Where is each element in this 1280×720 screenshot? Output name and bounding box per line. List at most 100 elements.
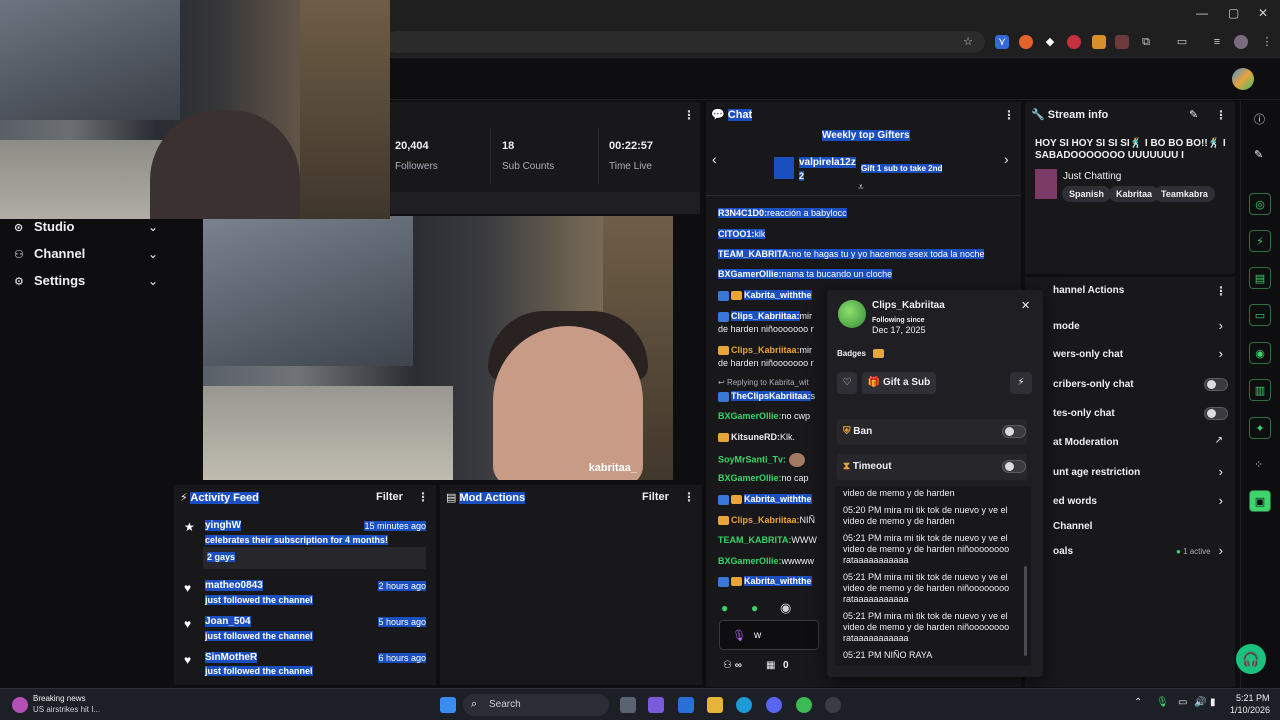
extension-icon[interactable]: [1115, 35, 1129, 49]
chat-user[interactable]: CITOO1:: [718, 229, 755, 239]
windows-start-icon[interactable]: [440, 697, 456, 713]
broadcast-icon[interactable]: ◉: [1249, 342, 1271, 364]
timeout-toggle[interactable]: [1002, 460, 1026, 473]
chevron-down-icon[interactable]: ⌄: [148, 247, 158, 261]
battery-icon[interactable]: ▮: [1210, 697, 1216, 708]
store-icon[interactable]: ▦: [766, 660, 775, 671]
more-menu-icon[interactable]: ⋮: [1260, 35, 1274, 49]
channel-action-row[interactable]: tes-only chat: [1053, 408, 1115, 419]
chat-user[interactable]: Kabrita_withthe: [744, 576, 812, 586]
feed-user[interactable]: yinghW: [205, 520, 242, 531]
profile-avatar-icon[interactable]: [1234, 35, 1248, 49]
external-link-icon[interactable]: ↗: [1215, 435, 1223, 446]
filter-button[interactable]: Filter: [642, 491, 669, 503]
ban-toggle[interactable]: [1002, 425, 1026, 438]
chat-user[interactable]: Clips_Kabriitaa:: [731, 345, 800, 355]
chevron-right-icon[interactable]: ›: [1219, 346, 1223, 361]
chevron-up-icon[interactable]: ⌃: [1134, 697, 1142, 708]
edit-icon[interactable]: ✎: [1189, 108, 1198, 121]
gifter-name[interactable]: valpirela12z: [799, 157, 856, 168]
chevron-down-icon[interactable]: ⌄: [148, 274, 158, 288]
chat-user[interactable]: Clips_Kabriitaa:: [731, 311, 800, 321]
close-icon[interactable]: ✕: [1021, 299, 1030, 312]
chat-user[interactable]: BXGamerOllie:: [718, 269, 782, 279]
chat-user[interactable]: R3N4C1D0:: [718, 208, 768, 218]
menu-lines-icon[interactable]: ≡: [1210, 35, 1224, 49]
address-bar[interactable]: [385, 31, 985, 53]
chat-user[interactable]: BXGamerOllie:: [718, 411, 782, 421]
clock-date[interactable]: 1/10/2026: [1230, 705, 1270, 715]
edge-icon[interactable]: [736, 697, 752, 713]
news-title[interactable]: Breaking news: [33, 694, 85, 703]
chat-user[interactable]: KitsuneRD:: [731, 432, 780, 442]
cast-icon[interactable]: ▭: [1175, 35, 1189, 49]
chat-user[interactable]: Kabrita_withthe: [744, 494, 812, 504]
volume-icon[interactable]: 🔊: [1194, 697, 1206, 708]
chat-user[interactable]: TEAM_KABRITA:: [718, 249, 792, 259]
chat-user[interactable]: TheClipsKabriitaa:: [731, 391, 811, 401]
collapse-icon[interactable]: ⩡: [858, 182, 864, 193]
stream-preview[interactable]: kabritaa_: [172, 216, 702, 482]
chat-input[interactable]: 🎙 w: [719, 620, 819, 650]
extensions-icon[interactable]: ⁘: [1254, 458, 1263, 471]
chat-user[interactable]: BXGamerOllie:: [718, 473, 782, 483]
chevron-right-icon[interactable]: ›: [1219, 464, 1223, 479]
network-icon[interactable]: ▭: [1178, 697, 1187, 708]
tag[interactable]: Spanish: [1062, 186, 1112, 202]
copilot-icon[interactable]: [648, 697, 664, 713]
tag[interactable]: Teamkabra: [1154, 186, 1215, 202]
channel-action-row[interactable]: Channel: [1053, 521, 1092, 532]
more-icon[interactable]: ⋮: [417, 490, 429, 504]
extension-icon[interactable]: ◆: [1043, 35, 1057, 49]
emote-icon[interactable]: ●: [751, 601, 758, 615]
bookmark-star-icon[interactable]: ☆: [961, 35, 975, 49]
emote-icon[interactable]: ●: [721, 601, 728, 615]
more-icon[interactable]: ⋮: [683, 490, 695, 504]
tag[interactable]: Kabritaa: [1109, 186, 1160, 202]
task-view-icon[interactable]: [620, 697, 636, 713]
channel-action-row[interactable]: ed words: [1053, 496, 1097, 507]
infinity-points-icon[interactable]: ⚇ ∞: [723, 660, 742, 671]
extension-icon[interactable]: [1092, 35, 1106, 49]
extension-icon[interactable]: ⋎: [995, 35, 1009, 49]
follow-heart-button[interactable]: ♡: [837, 372, 857, 394]
extension-icon[interactable]: [1019, 35, 1033, 49]
gift-sub-button[interactable]: 🎁 Gift a Sub: [862, 372, 936, 394]
folder-icon[interactable]: [707, 697, 723, 713]
chevron-right-icon[interactable]: ›: [1004, 151, 1009, 167]
feed-user[interactable]: Joan_504: [205, 616, 251, 627]
minimize-icon[interactable]: —: [1196, 6, 1208, 20]
chevron-right-icon[interactable]: ›: [1219, 543, 1223, 558]
obs-icon[interactable]: [825, 697, 841, 713]
user-card-username[interactable]: Clips_Kabriitaa: [872, 300, 945, 311]
chevron-right-icon[interactable]: ›: [1219, 318, 1223, 333]
channel-action-row[interactable]: unt age restriction: [1053, 467, 1140, 478]
channel-action-row[interactable]: at Moderation: [1053, 437, 1119, 448]
taskbar-search[interactable]: ⌕ Search: [463, 694, 609, 716]
mail-icon[interactable]: [678, 697, 694, 713]
toggle-switch[interactable]: [1204, 378, 1228, 391]
microphone-icon[interactable]: 🎙: [732, 629, 746, 642]
news-icon[interactable]: [12, 697, 28, 713]
pen-icon[interactable]: ✎: [1254, 148, 1263, 161]
clock-time[interactable]: 5:21 PM: [1236, 693, 1270, 703]
mod-tool-button[interactable]: ⚡: [1010, 372, 1032, 394]
chrome-icon[interactable]: [796, 697, 812, 713]
scrollbar[interactable]: [1024, 566, 1027, 656]
channel-action-row[interactable]: mode: [1053, 321, 1080, 332]
close-window-icon[interactable]: ✕: [1258, 6, 1268, 20]
info-icon[interactable]: ⓘ: [1254, 111, 1265, 127]
more-icon[interactable]: ⋮: [1003, 108, 1015, 122]
chevron-down-icon[interactable]: ⌄: [148, 220, 158, 234]
feed-user[interactable]: matheo0843: [205, 580, 263, 591]
news-subtitle[interactable]: US airstrikes hit I...: [33, 705, 100, 714]
puzzle-icon[interactable]: ⧉: [1139, 35, 1153, 49]
channel-action-row[interactable]: cribers-only chat: [1053, 379, 1134, 390]
chat-user[interactable]: Clips_Kabriitaa:: [731, 515, 800, 525]
chat-bubble-icon[interactable]: ▭: [1249, 304, 1271, 326]
channel-action-row[interactable]: wers-only chat: [1053, 349, 1123, 360]
emote-icon[interactable]: ◉: [780, 600, 791, 616]
sidebar-item-studio[interactable]: ⊙ Studio: [14, 219, 74, 234]
microphone-icon[interactable]: 🎙: [1156, 697, 1169, 708]
sidebar-item-settings[interactable]: ⚙ Settings: [14, 273, 85, 288]
